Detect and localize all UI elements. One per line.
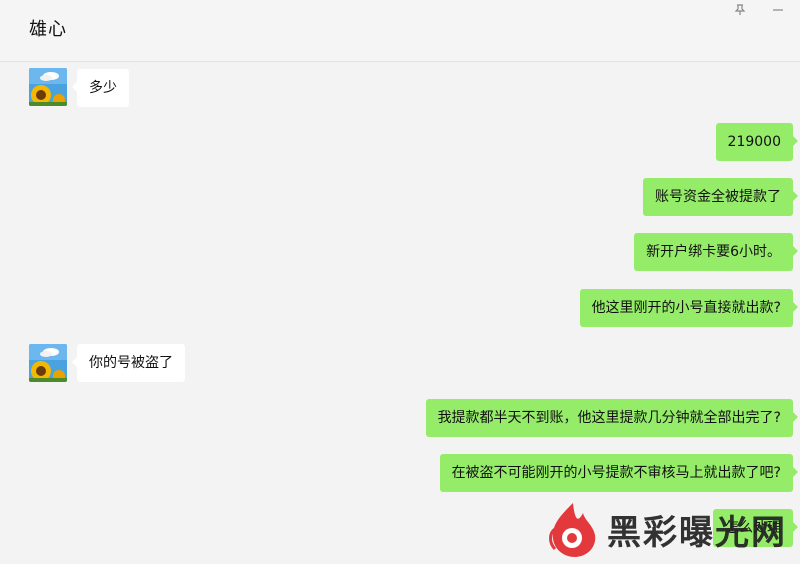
chat-title: 雄心 [29,19,67,40]
outgoing-message[interactable]: 怎么处理 [713,509,798,547]
outgoing-message[interactable]: 账号资金全被提款了 [643,178,798,216]
outgoing-message[interactable]: 他这里刚开的小号直接就出款? [579,289,799,327]
chat-header: 雄心 [0,0,800,62]
pin-icon[interactable] [730,2,750,18]
message-list[interactable]: 多少 219000 账号资金全被提款了 新开户绑卡要6小时。 他这里刚开的小号直… [0,62,800,564]
outgoing-message[interactable]: 219000 [715,123,799,161]
incoming-message[interactable]: 你的号被盗了 [72,344,185,382]
outgoing-message[interactable]: 我提款都半天不到账，他这里提款几分钟就全部出完了? [425,399,799,437]
minimize-icon[interactable] [768,2,788,18]
contact-avatar[interactable] [29,68,67,106]
outgoing-message[interactable]: 新开户绑卡要6小时。 [634,233,798,271]
outgoing-message[interactable]: 在被盗不可能刚开的小号提款不审核马上就出款了吧? [439,454,799,492]
contact-avatar[interactable] [29,344,67,382]
incoming-message[interactable]: 多少 [72,69,129,107]
